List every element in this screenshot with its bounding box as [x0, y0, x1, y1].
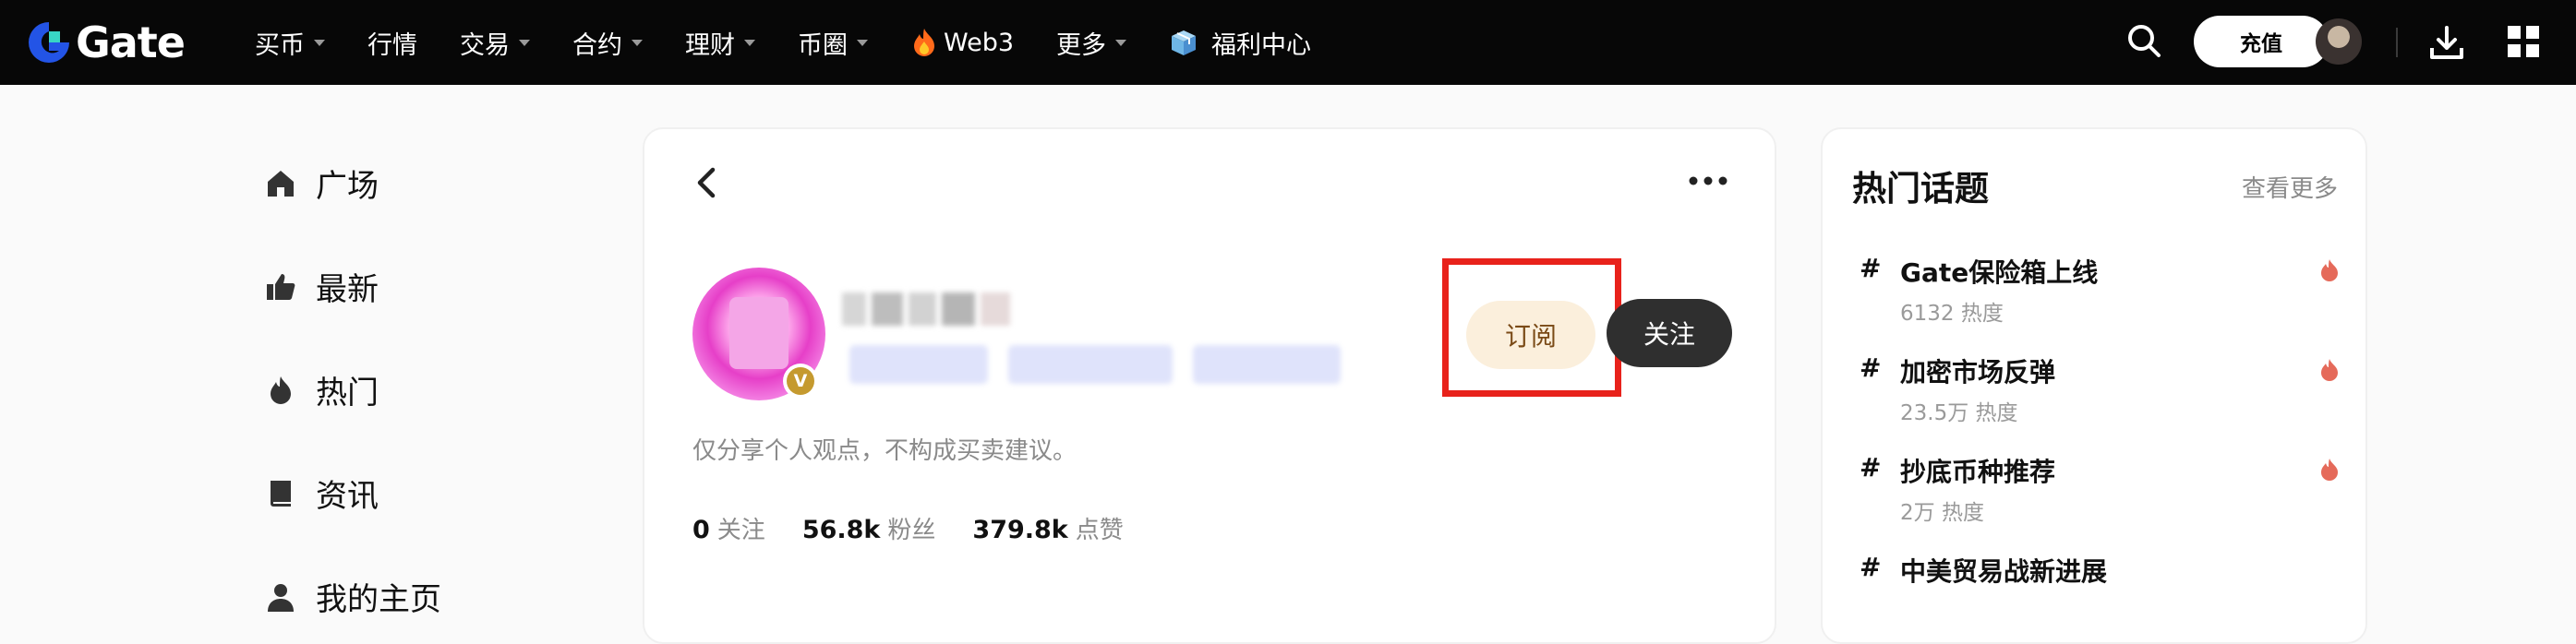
top-navigation-bar: Gate 买币 行情 交易 合约 理财 币圈 Web3 更多 福利中心 充值 — [0, 0, 2576, 85]
sidebar-item-hot[interactable]: 热门 — [264, 367, 379, 412]
sidebar-item-news[interactable]: 资讯 — [264, 471, 379, 516]
chevron-down-icon — [857, 39, 868, 46]
nav-label: Web3 — [944, 28, 1015, 57]
gate-logo[interactable]: Gate — [26, 17, 186, 68]
flame-icon — [271, 376, 291, 404]
topic-item[interactable]: # 中美贸易战新进展 — [1860, 552, 2340, 635]
avatar[interactable] — [2316, 18, 2362, 65]
back-arrow-icon[interactable] — [689, 164, 726, 201]
hot-flame-icon — [2321, 259, 2338, 281]
download-icon[interactable] — [2426, 22, 2467, 63]
chevron-down-icon — [744, 39, 755, 46]
logo-text: Gate — [76, 18, 186, 67]
nav-more[interactable]: 更多 — [1056, 25, 1127, 61]
hash-icon: # — [1860, 452, 1882, 483]
grid-icon[interactable] — [2506, 24, 2541, 59]
nav-label: 理财 — [685, 30, 735, 60]
topic-item[interactable]: # 抄底币种推荐 2万 热度 — [1860, 452, 2340, 535]
blurred-username — [842, 288, 1082, 330]
following-count[interactable]: 0 — [692, 516, 710, 544]
hash-icon: # — [1860, 552, 1882, 582]
nav-futures[interactable]: 合约 — [572, 25, 643, 61]
nav-trade[interactable]: 交易 — [460, 25, 530, 61]
chevron-down-icon — [1115, 39, 1127, 46]
sidebar-item-label: 广场 — [316, 168, 379, 205]
following-label[interactable]: 关注 — [717, 511, 765, 545]
followers-label[interactable]: 粉丝 — [887, 511, 935, 545]
chevron-down-icon — [314, 39, 325, 46]
topic-name: Gate保险箱上线 — [1900, 257, 2099, 288]
highlight-box — [1442, 258, 1621, 397]
topic-item[interactable]: # Gate保险箱上线 6132 热度 — [1860, 253, 2340, 336]
likes-count: 379.8k — [972, 516, 1068, 544]
topic-name: 抄底币种推荐 — [1900, 457, 2056, 487]
hash-icon: # — [1860, 352, 1882, 383]
topic-item[interactable]: # 加密市场反弹 23.5万 热度 — [1860, 352, 2340, 435]
profile-stats: 0 关注 56.8k 粉丝 379.8k 点赞 — [692, 511, 1161, 545]
divider — [2396, 28, 2398, 57]
blurred-profile-tags — [849, 345, 1341, 384]
gift-icon — [1172, 30, 1197, 55]
nav-rewards-center[interactable]: 福利中心 — [1169, 25, 1311, 61]
nav-label: 交易 — [460, 30, 510, 60]
follow-button[interactable]: 关注 — [1607, 299, 1732, 367]
nav-community[interactable]: 币圈 — [798, 25, 868, 61]
main-nav: 买币 行情 交易 合约 理财 币圈 Web3 更多 福利中心 — [255, 0, 1354, 85]
nav-label: 行情 — [367, 30, 417, 60]
search-icon[interactable] — [2124, 20, 2164, 61]
nav-buy-crypto[interactable]: 买币 — [255, 25, 325, 61]
sidebar-item-square[interactable]: 广场 — [264, 161, 379, 206]
topic-name: 加密市场反弹 — [1900, 357, 2056, 388]
hot-flame-icon — [2321, 359, 2338, 381]
nav-markets[interactable]: 行情 — [367, 25, 417, 61]
profile-bio: 仅分享个人观点，不构成买卖建议。 — [692, 437, 1077, 465]
profile-card: V 订阅 关注 仅分享个人观点，不构成买卖建议。 0 关注 56.8k 粉丝 3… — [643, 127, 1776, 644]
nav-label: 币圈 — [798, 30, 848, 60]
nav-label: 买币 — [255, 30, 305, 60]
more-options-icon[interactable] — [1688, 172, 1728, 190]
likes-label: 点赞 — [1075, 517, 1124, 544]
topic-heat: 6132 热度 — [1900, 302, 2004, 326]
view-more-link[interactable]: 查看更多 — [2242, 170, 2338, 204]
thumbs-up-icon — [267, 273, 295, 300]
followers-count[interactable]: 56.8k — [802, 516, 881, 544]
topic-name: 中美贸易战新进展 — [1900, 556, 2108, 587]
chevron-down-icon — [519, 39, 530, 46]
sidebar-item-label: 资讯 — [316, 478, 379, 515]
topic-heat: 23.5万 热度 — [1900, 401, 2018, 425]
nav-label: 合约 — [572, 30, 622, 60]
sidebar-item-label: 最新 — [316, 271, 379, 308]
sidebar-item-label: 热门 — [316, 375, 379, 411]
sidebar-item-label: 我的主页 — [316, 581, 441, 618]
verified-badge-label: V — [787, 367, 814, 395]
sidebar-item-my-profile[interactable]: 我的主页 — [264, 574, 441, 619]
hot-flame-icon — [2321, 459, 2338, 481]
home-icon — [268, 170, 294, 197]
topic-heat: 2万 热度 — [1900, 501, 1984, 525]
hash-icon: # — [1860, 253, 1882, 283]
nav-earn[interactable]: 理财 — [685, 25, 755, 61]
chevron-down-icon — [632, 39, 643, 46]
avatar-image — [729, 297, 788, 369]
hot-topics-title: 热门话题 — [1852, 169, 1989, 209]
nav-web3[interactable]: Web3 — [910, 27, 1014, 58]
fire-icon — [914, 29, 934, 56]
gate-logo-mark-icon — [29, 22, 69, 63]
user-icon — [268, 583, 294, 612]
verified-badge: V — [783, 364, 818, 399]
hot-topics-card: 热门话题 查看更多 # Gate保险箱上线 6132 热度 # 加密市场反弹 2… — [1821, 127, 2367, 644]
nav-label: 福利中心 — [1211, 30, 1312, 60]
book-icon — [271, 480, 291, 507]
nav-label: 更多 — [1056, 30, 1107, 60]
recharge-button[interactable]: 充值 — [2194, 16, 2329, 67]
sidebar-item-latest[interactable]: 最新 — [264, 264, 379, 309]
